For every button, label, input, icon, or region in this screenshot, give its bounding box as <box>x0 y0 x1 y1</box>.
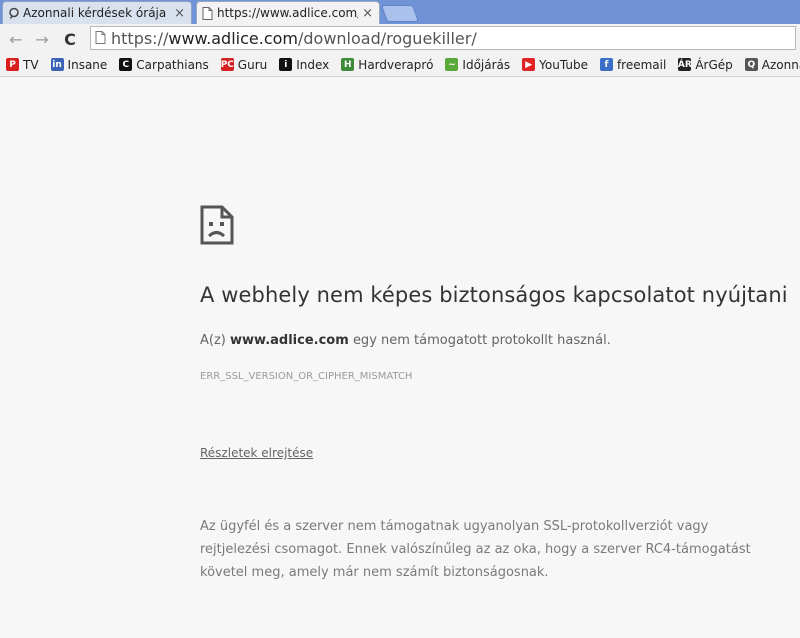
bookmark-label: YouTube <box>539 57 588 72</box>
azonnali-favicon-icon <box>8 7 20 22</box>
tab-title: https://www.adlice.com/download/roguekil… <box>217 6 358 20</box>
freemail-icon: f <box>599 58 613 71</box>
bookmark-label: ÁrGép <box>695 57 733 72</box>
bookmark-label: Azonnali <box>761 57 800 72</box>
azonnali-icon: Q <box>744 58 758 71</box>
hide-details-link[interactable]: Részletek elrejtése <box>200 446 313 460</box>
error-explanation: Az ügyfél és a szerver nem támogatnak ug… <box>200 519 751 580</box>
bookmark-label: Időjárás <box>462 57 511 72</box>
tab-azonnali[interactable]: Azonnali kérdések órája × <box>2 1 192 24</box>
bookmark-label: Carpathians <box>136 57 209 72</box>
argep-icon: ÁR <box>677 58 692 71</box>
bookmark-tv[interactable]: P TV <box>6 58 39 72</box>
url-host: www.adlice.com <box>168 28 298 48</box>
error-heading: A webhely nem képes biztonságos kapcsola… <box>200 283 788 307</box>
error-description: A(z) www.adlice.com egy nem támogatott p… <box>200 333 611 348</box>
url-scheme: https:// <box>111 28 169 48</box>
new-tab-button[interactable] <box>380 5 420 22</box>
bookmarks-bar: P TV in Insane C Carpathians PC Guru i Index H Hard… <box>0 53 800 77</box>
url-text: https://www.adlice.com/download/roguekil… <box>111 29 477 48</box>
reload-icon[interactable]: C <box>59 28 81 50</box>
frog-icon: ~ <box>445 58 459 71</box>
bookmark-label: Guru <box>237 57 268 72</box>
bookmark-guru[interactable]: PC Guru <box>220 57 268 72</box>
address-bar[interactable]: https://www.adlice.com/download/roguekil… <box>90 26 796 50</box>
bookmark-youtube[interactable]: ▶ YouTube <box>522 58 588 72</box>
index-icon: i <box>279 58 293 71</box>
c-circle-icon: C <box>119 58 133 71</box>
page-info-icon[interactable] <box>95 29 106 48</box>
tab-close-icon[interactable]: × <box>362 6 373 21</box>
bookmark--rg-p[interactable]: ÁR ÁrGép <box>677 57 733 72</box>
bookmark-index[interactable]: i Index <box>279 58 329 72</box>
tab-title: Azonnali kérdések órája <box>23 6 167 20</box>
desc-host: www.adlice.com <box>230 333 349 348</box>
bookmark-azonnali[interactable]: QAzonnali <box>744 57 800 72</box>
bookmark-label: TV <box>23 57 39 72</box>
sad-page-icon <box>200 205 234 249</box>
page-favicon-icon <box>202 7 213 23</box>
in-icon: in <box>50 58 64 71</box>
browser-toolbar: ← → C https://www.adlice.com/download/ro… <box>0 24 800 53</box>
tab-strip: Azonnali kérdések órája × https://www.ad… <box>0 0 800 24</box>
youtube-icon: ▶ <box>522 58 536 71</box>
bookmark-insane[interactable]: in Insane <box>50 57 108 72</box>
tab-adlice[interactable]: https://www.adlice.com/download/roguekil… <box>196 1 380 24</box>
desc-prefix: A(z) <box>200 333 226 348</box>
tab-close-icon[interactable]: × <box>174 6 185 21</box>
error-code: ERR_SSL_VERSION_OR_CIPHER_MISMATCH <box>200 371 413 382</box>
bookmark-label: Index <box>296 57 330 72</box>
bookmark-label: Hardverapró <box>358 57 434 72</box>
bookmark-label: Insane <box>67 57 108 72</box>
bookmark-freemail[interactable]: f freemail <box>599 57 667 72</box>
back-arrow-icon[interactable]: ← <box>5 28 27 50</box>
p-icon: P <box>6 58 19 71</box>
bookmark-label: freemail <box>616 57 667 72</box>
pc-icon: PC <box>220 58 234 71</box>
error-page: A webhely nem képes biztonságos kapcsola… <box>0 78 800 638</box>
hardverapro-icon: H <box>341 58 355 71</box>
bookmark-hardverapr-[interactable]: H Hardverapró <box>341 58 433 72</box>
desc-suffix: egy nem támogatott protokollt használ. <box>352 333 611 348</box>
bookmark-carpathians[interactable]: C Carpathians <box>119 58 209 72</box>
url-path: /download/roguekiller/ <box>297 28 477 48</box>
forward-arrow-icon[interactable]: → <box>31 28 53 50</box>
bookmark-id-j-r-s[interactable]: ~ Időjárás <box>445 58 510 72</box>
